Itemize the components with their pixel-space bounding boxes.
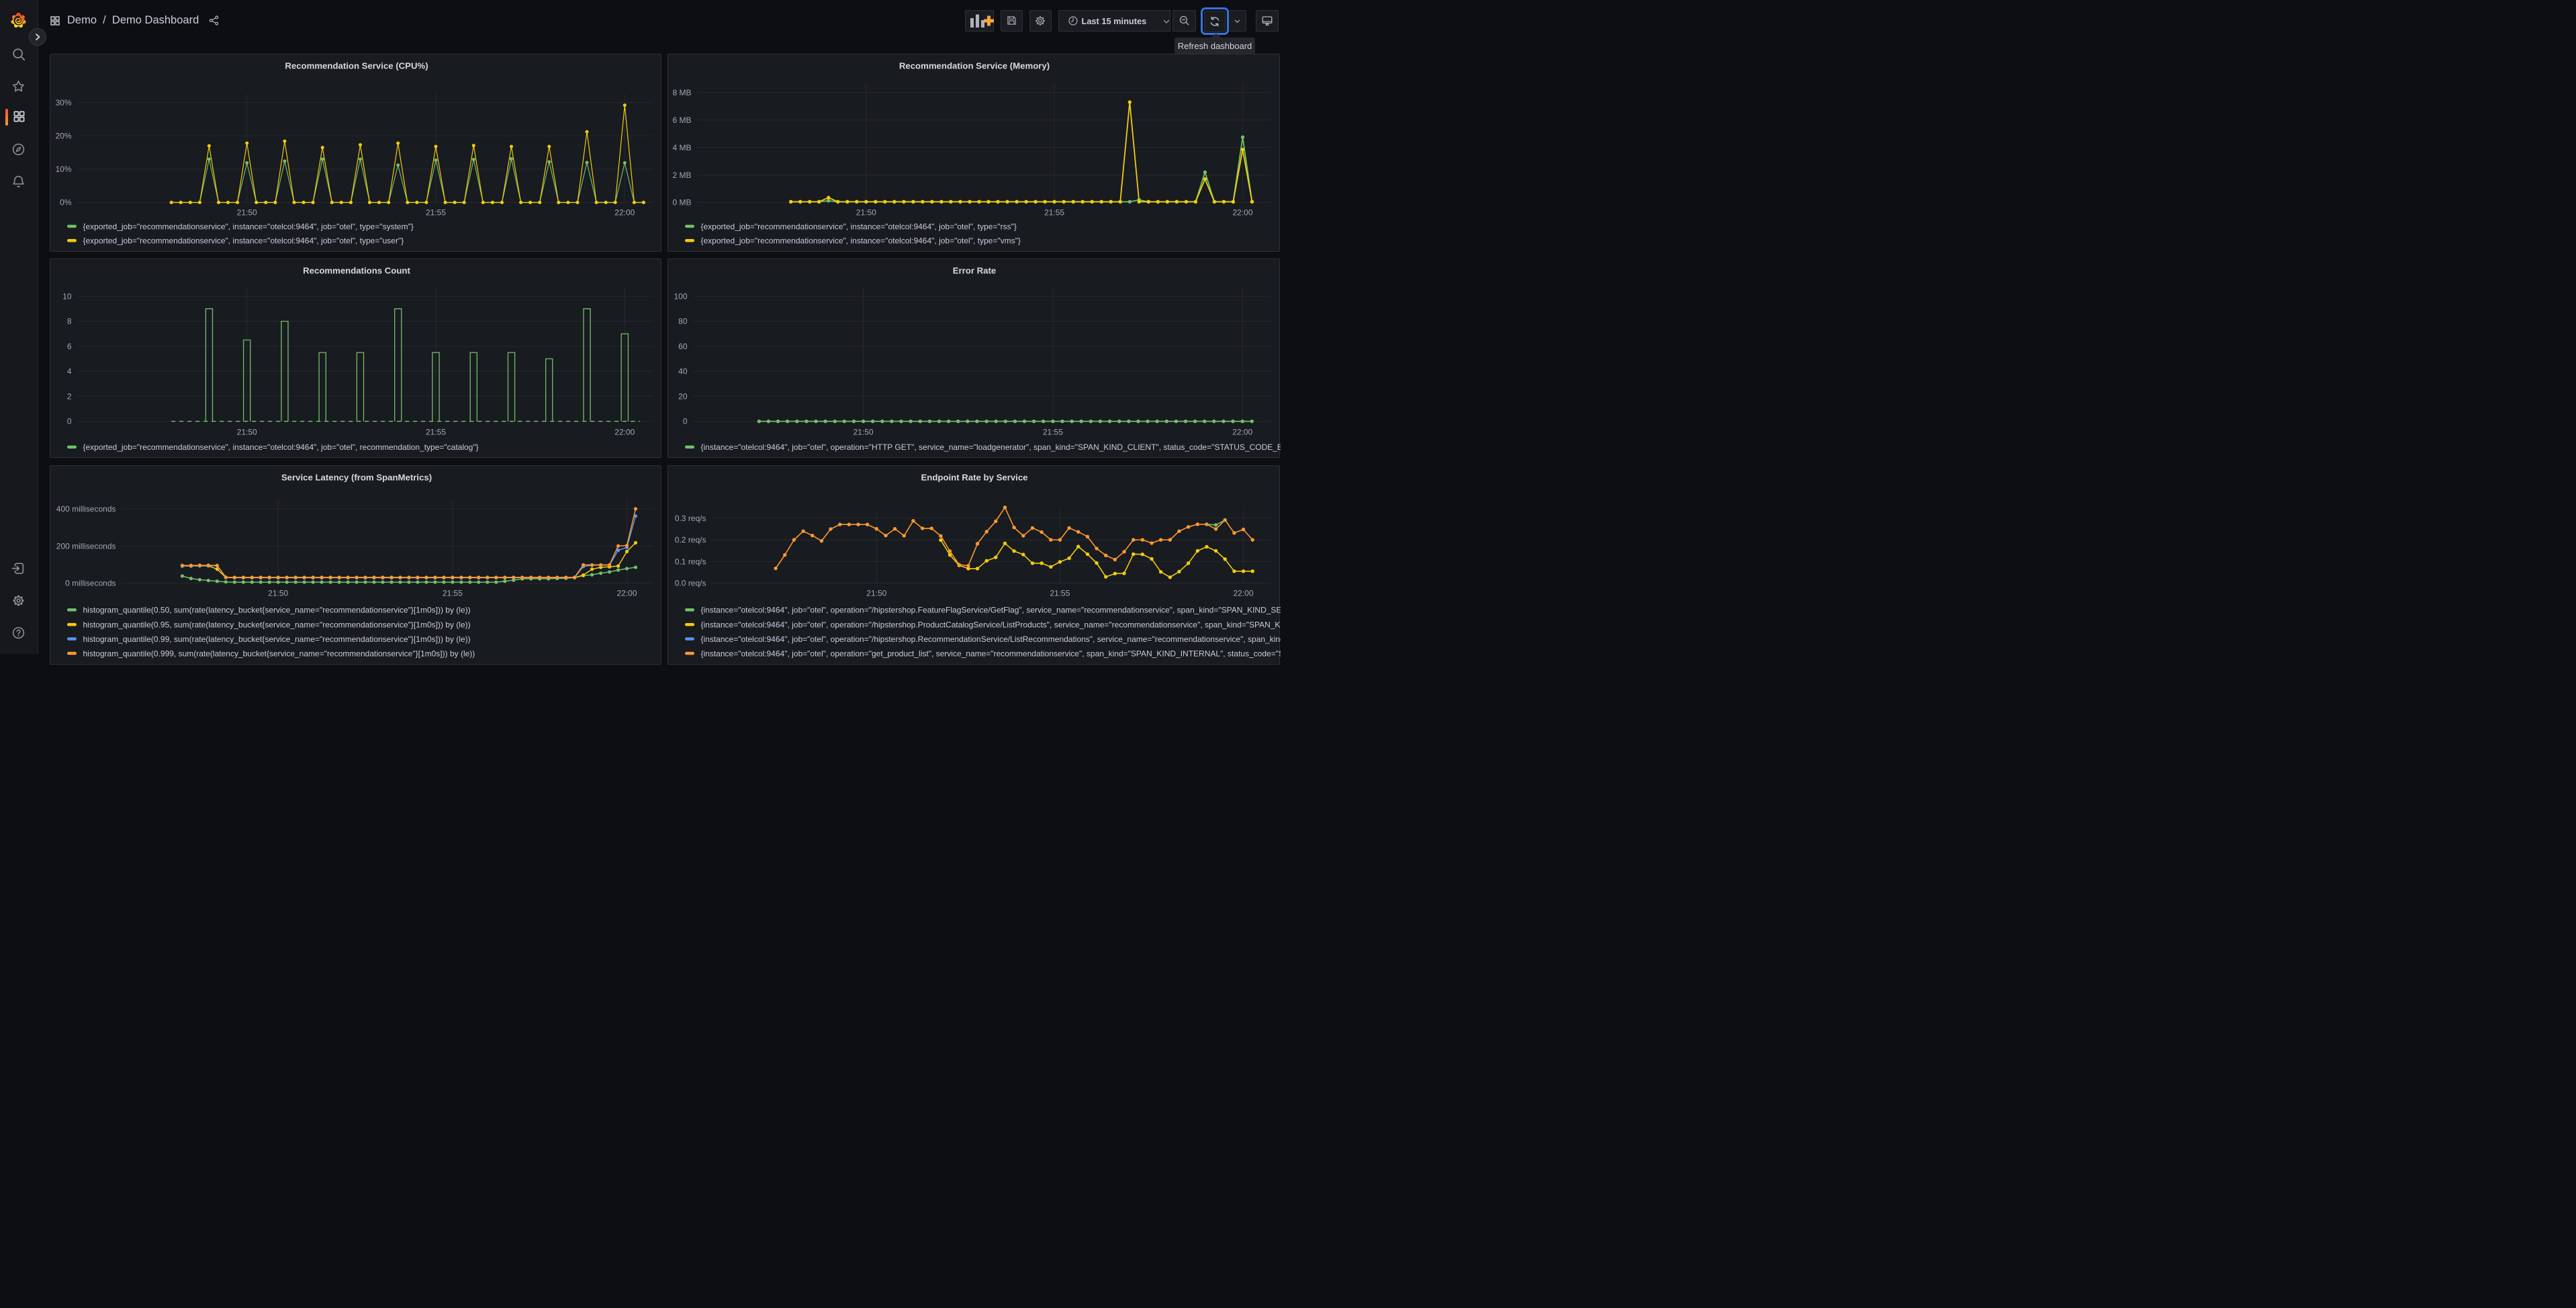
svg-text:8 MB: 8 MB bbox=[672, 88, 691, 97]
svg-text:6 MB: 6 MB bbox=[672, 115, 691, 125]
svg-text:0 milliseconds: 0 milliseconds bbox=[65, 579, 116, 588]
svg-text:22:00: 22:00 bbox=[1233, 588, 1253, 598]
svg-text:{exported_job="recommendations: {exported_job="recommendationservice", i… bbox=[700, 236, 1020, 246]
svg-text:{exported_job="recommendations: {exported_job="recommendationservice", i… bbox=[83, 222, 413, 231]
svg-text:60: 60 bbox=[678, 342, 688, 351]
svg-text:0.2 req/s: 0.2 req/s bbox=[674, 535, 706, 545]
svg-text:22:00: 22:00 bbox=[614, 208, 635, 218]
svg-text:22:00: 22:00 bbox=[1232, 428, 1252, 437]
svg-text:400 milliseconds: 400 milliseconds bbox=[56, 504, 116, 514]
svg-text:Service Latency (from SpanMetr: Service Latency (from SpanMetrics) bbox=[281, 473, 431, 483]
svg-text:22:00: 22:00 bbox=[1232, 208, 1252, 218]
svg-text:21:55: 21:55 bbox=[425, 428, 445, 437]
svg-text:{exported_job="recommendations: {exported_job="recommendationservice", i… bbox=[700, 222, 1016, 231]
svg-text:{instance="otelcol:9464", job=: {instance="otelcol:9464", job="otel", op… bbox=[700, 620, 1281, 630]
svg-text:{instance="otelcol:9464", job=: {instance="otelcol:9464", job="otel", op… bbox=[700, 606, 1281, 615]
svg-text:0: 0 bbox=[66, 417, 71, 426]
svg-text:{instance="otelcol:9464", job=: {instance="otelcol:9464", job="otel", op… bbox=[700, 649, 1281, 659]
svg-text:21:55: 21:55 bbox=[442, 588, 462, 598]
svg-text:0.3 req/s: 0.3 req/s bbox=[674, 514, 706, 523]
svg-text:Error Rate: Error Rate bbox=[952, 266, 996, 276]
svg-text:4 MB: 4 MB bbox=[672, 143, 691, 152]
svg-text:histogram_quantile(0.999, sum(: histogram_quantile(0.999, sum(rate(laten… bbox=[83, 649, 475, 659]
svg-text:Recommendation Service (CPU%): Recommendation Service (CPU%) bbox=[285, 61, 428, 71]
svg-text:21:55: 21:55 bbox=[1044, 208, 1064, 218]
svg-text:histogram_quantile(0.99, sum(r: histogram_quantile(0.99, sum(rate(latenc… bbox=[83, 635, 470, 644]
svg-text:4: 4 bbox=[66, 367, 71, 376]
svg-text:22:00: 22:00 bbox=[614, 428, 635, 437]
svg-text:21:50: 21:50 bbox=[866, 588, 886, 598]
svg-text:0 MB: 0 MB bbox=[672, 198, 691, 207]
svg-text:{exported_job="recommendations: {exported_job="recommendationservice", i… bbox=[83, 442, 478, 452]
svg-text:Recommendation Service (Memory: Recommendation Service (Memory) bbox=[899, 61, 1049, 71]
svg-text:0.0 req/s: 0.0 req/s bbox=[674, 579, 706, 588]
svg-text:21:55: 21:55 bbox=[425, 208, 445, 218]
svg-text:10: 10 bbox=[62, 291, 72, 301]
svg-text:21:50: 21:50 bbox=[268, 588, 288, 598]
svg-text:20: 20 bbox=[678, 391, 688, 401]
svg-text:22:00: 22:00 bbox=[616, 588, 637, 598]
svg-text:21:50: 21:50 bbox=[236, 208, 257, 218]
svg-text:0: 0 bbox=[682, 417, 687, 426]
svg-text:2 MB: 2 MB bbox=[672, 171, 691, 180]
svg-text:80: 80 bbox=[678, 317, 688, 326]
svg-text:Recommendations Count: Recommendations Count bbox=[303, 266, 410, 276]
svg-text:21:55: 21:55 bbox=[1050, 588, 1070, 598]
svg-text:6: 6 bbox=[66, 342, 71, 351]
svg-text:40: 40 bbox=[678, 367, 688, 376]
svg-text:{exported_job="recommendations: {exported_job="recommendationservice", i… bbox=[83, 236, 404, 246]
svg-text:200 milliseconds: 200 milliseconds bbox=[56, 541, 116, 551]
svg-text:0.1 req/s: 0.1 req/s bbox=[674, 557, 706, 566]
svg-text:0%: 0% bbox=[60, 198, 72, 207]
svg-text:21:55: 21:55 bbox=[1042, 428, 1062, 437]
svg-text:30%: 30% bbox=[55, 98, 71, 107]
svg-text:{instance="otelcol:9464", job=: {instance="otelcol:9464", job="otel", op… bbox=[700, 442, 1281, 452]
svg-text:20%: 20% bbox=[55, 132, 71, 141]
svg-text:10%: 10% bbox=[55, 165, 71, 174]
svg-text:21:50: 21:50 bbox=[236, 428, 257, 437]
svg-text:21:50: 21:50 bbox=[853, 428, 873, 437]
svg-text:histogram_quantile(0.95, sum(r: histogram_quantile(0.95, sum(rate(latenc… bbox=[83, 620, 470, 630]
svg-text:21:50: 21:50 bbox=[856, 208, 876, 218]
svg-text:2: 2 bbox=[66, 391, 71, 401]
svg-text:Endpoint Rate by Service: Endpoint Rate by Service bbox=[921, 473, 1027, 483]
svg-text:8: 8 bbox=[66, 317, 71, 326]
svg-text:{instance="otelcol:9464", job=: {instance="otelcol:9464", job="otel", op… bbox=[700, 635, 1281, 644]
svg-text:100: 100 bbox=[674, 291, 687, 301]
svg-text:histogram_quantile(0.50, sum(r: histogram_quantile(0.50, sum(rate(latenc… bbox=[83, 606, 470, 615]
